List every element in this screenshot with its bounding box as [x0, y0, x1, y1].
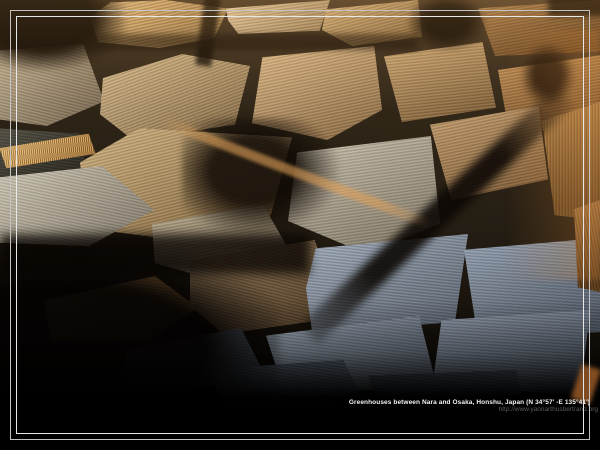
greenhouse-plot: [574, 200, 600, 292]
greenhouse-plot: [306, 232, 468, 334]
aerial-photo: Greenhouses between Nara and Osaka, Hons…: [0, 0, 600, 450]
greenhouse-plot: [322, 0, 422, 46]
greenhouse-plot: [288, 136, 440, 254]
greenhouse-plot: [384, 42, 496, 122]
greenhouse-plot: [90, 0, 228, 48]
greenhouse-plot: [542, 102, 600, 220]
wallpaper: Greenhouses between Nara and Osaka, Hons…: [0, 0, 600, 450]
greenhouse-plot: [100, 54, 250, 140]
greenhouse-plot: [252, 46, 382, 140]
greenhouse-plot: [0, 44, 104, 126]
greenhouse-plot: [478, 0, 600, 56]
greenhouse-plot: [44, 276, 198, 340]
caption-url: http://www.yannarthusbertrand.org: [349, 406, 598, 413]
photo-caption: Greenhouses between Nara and Osaka, Hons…: [349, 399, 598, 413]
greenhouse-plot: [430, 106, 548, 200]
greenhouse-plot: [226, 0, 330, 34]
caption-text: Greenhouses between Nara and Osaka, Hons…: [349, 399, 590, 406]
